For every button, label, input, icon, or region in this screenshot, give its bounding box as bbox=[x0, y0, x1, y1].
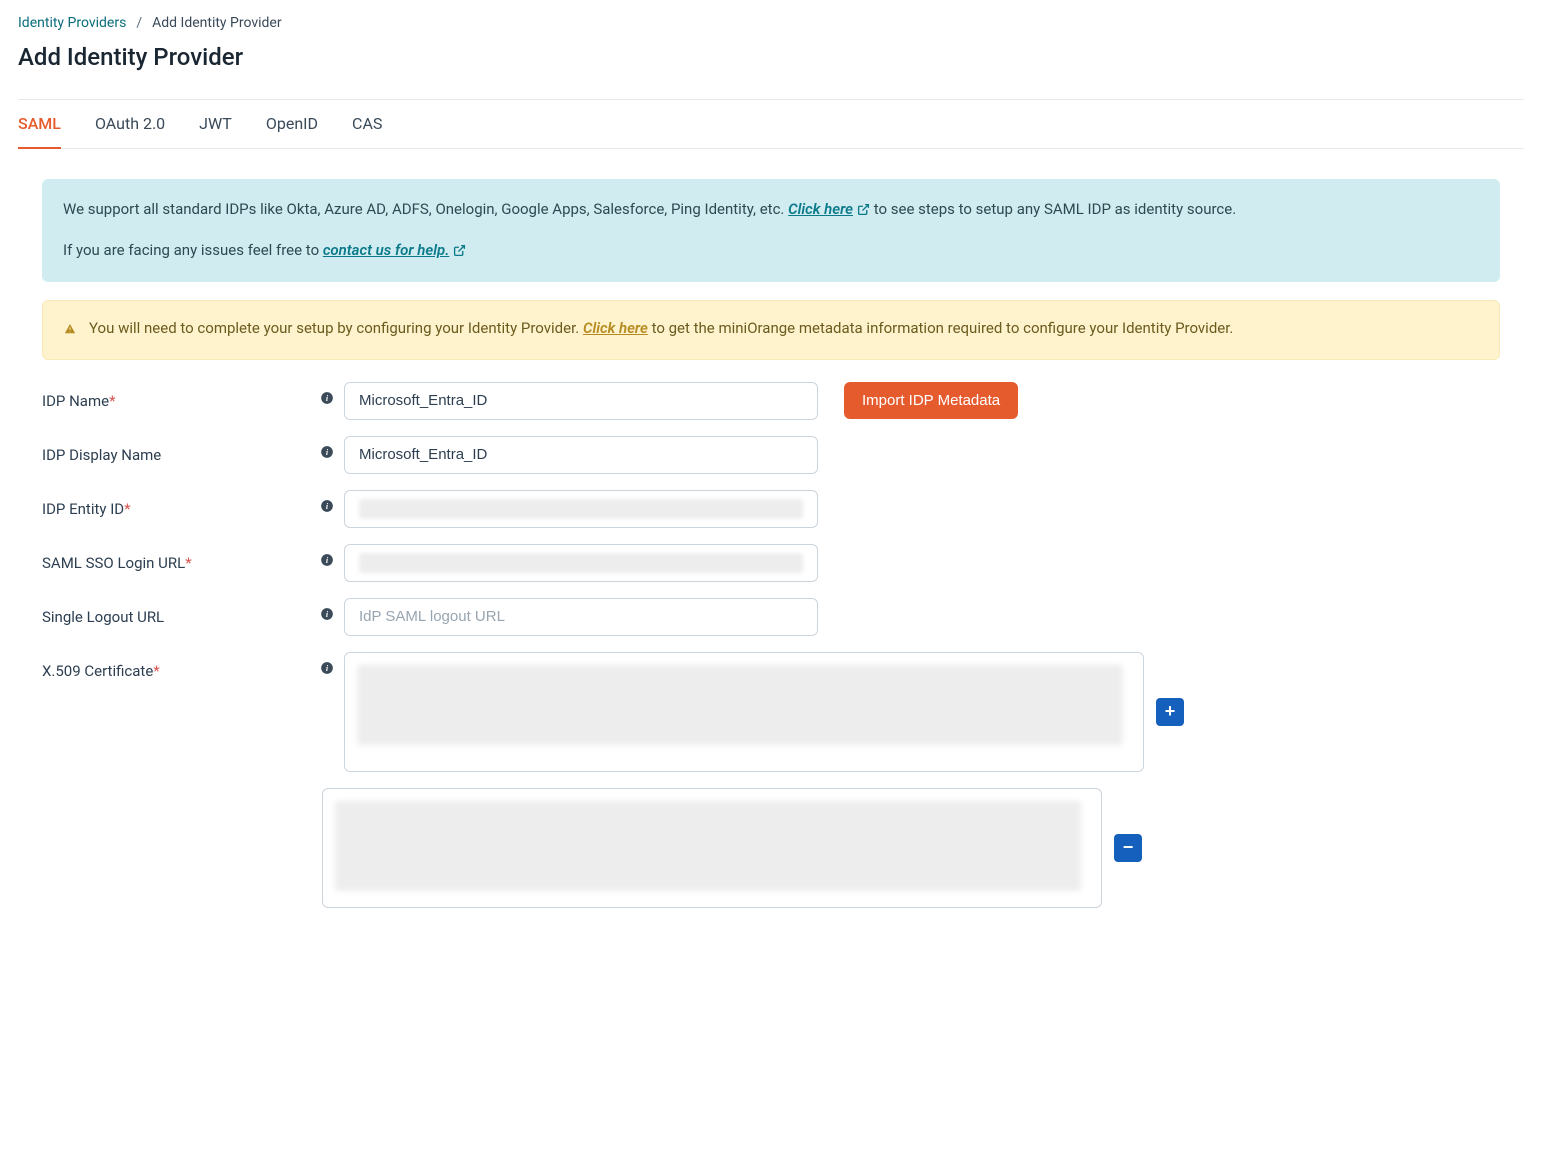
breadcrumb-current: Add Identity Provider bbox=[152, 15, 282, 31]
info-text-1: We support all standard IDPs like Okta, … bbox=[63, 200, 788, 218]
row-idp-entity-id: IDP Entity ID* i bbox=[42, 490, 1500, 528]
tabs: SAML OAuth 2.0 JWT OpenID CAS bbox=[18, 100, 1524, 149]
idp-entity-id-input[interactable] bbox=[344, 490, 818, 528]
tab-saml[interactable]: SAML bbox=[18, 100, 61, 149]
breadcrumb-link-identity-providers[interactable]: Identity Providers bbox=[18, 15, 126, 31]
label-idp-name: IDP Name* bbox=[42, 382, 302, 410]
idp-name-input[interactable] bbox=[344, 382, 818, 420]
add-certificate-button[interactable]: + bbox=[1156, 698, 1184, 726]
tab-cas[interactable]: CAS bbox=[352, 100, 382, 149]
row-x509-extra: − bbox=[322, 788, 1500, 908]
link-metadata-info[interactable]: Click here bbox=[583, 319, 648, 337]
remove-certificate-button[interactable]: − bbox=[1114, 834, 1142, 862]
idp-display-name-input[interactable] bbox=[344, 436, 818, 474]
import-metadata-button[interactable]: Import IDP Metadata bbox=[844, 382, 1018, 419]
info-icon[interactable]: i bbox=[320, 445, 334, 459]
logout-url-input[interactable] bbox=[344, 598, 818, 636]
tab-jwt[interactable]: JWT bbox=[199, 100, 232, 149]
warning-text-pre: You will need to complete your setup by … bbox=[89, 319, 583, 337]
row-saml-sso-url: SAML SSO Login URL* i bbox=[42, 544, 1500, 582]
x509-certificate-input-1[interactable] bbox=[344, 652, 1144, 772]
label-idp-entity-id: IDP Entity ID* bbox=[42, 490, 302, 518]
row-x509: X.509 Certificate* i + bbox=[42, 652, 1500, 772]
breadcrumb: Identity Providers / Add Identity Provid… bbox=[18, 15, 1524, 31]
x509-certificate-input-2[interactable] bbox=[322, 788, 1102, 908]
breadcrumb-separator: / bbox=[136, 15, 142, 31]
tab-oauth[interactable]: OAuth 2.0 bbox=[95, 100, 165, 149]
content-area: We support all standard IDPs like Okta, … bbox=[18, 179, 1524, 908]
saml-sso-url-input[interactable] bbox=[344, 544, 818, 582]
info-text-1b: to see steps to setup any SAML IDP as id… bbox=[874, 200, 1236, 218]
info-box: We support all standard IDPs like Okta, … bbox=[42, 179, 1500, 282]
warning-icon bbox=[63, 320, 77, 343]
row-idp-name: IDP Name* i Import IDP Metadata bbox=[42, 382, 1500, 420]
page-title: Add Identity Provider bbox=[18, 43, 1524, 71]
info-icon[interactable]: i bbox=[320, 391, 334, 405]
link-setup-steps[interactable]: Click here bbox=[788, 198, 870, 221]
info-text-2: If you are facing any issues feel free t… bbox=[63, 241, 323, 259]
warning-text-post: to get the miniOrange metadata informati… bbox=[652, 319, 1234, 337]
warning-box: You will need to complete your setup by … bbox=[42, 300, 1500, 360]
row-logout-url: Single Logout URL i bbox=[42, 598, 1500, 636]
label-idp-display-name: IDP Display Name bbox=[42, 436, 302, 464]
info-icon[interactable]: i bbox=[320, 553, 334, 567]
info-icon[interactable]: i bbox=[320, 499, 334, 513]
label-logout-url: Single Logout URL bbox=[42, 598, 302, 626]
info-icon[interactable]: i bbox=[320, 607, 334, 621]
tab-openid[interactable]: OpenID bbox=[266, 100, 318, 149]
label-x509: X.509 Certificate* bbox=[42, 652, 302, 680]
link-contact-help[interactable]: contact us for help. bbox=[323, 239, 467, 262]
info-icon[interactable]: i bbox=[320, 661, 334, 675]
external-link-icon bbox=[857, 203, 870, 216]
label-saml-sso-url: SAML SSO Login URL* bbox=[42, 544, 302, 572]
external-link-icon bbox=[453, 244, 466, 257]
row-idp-display-name: IDP Display Name i bbox=[42, 436, 1500, 474]
